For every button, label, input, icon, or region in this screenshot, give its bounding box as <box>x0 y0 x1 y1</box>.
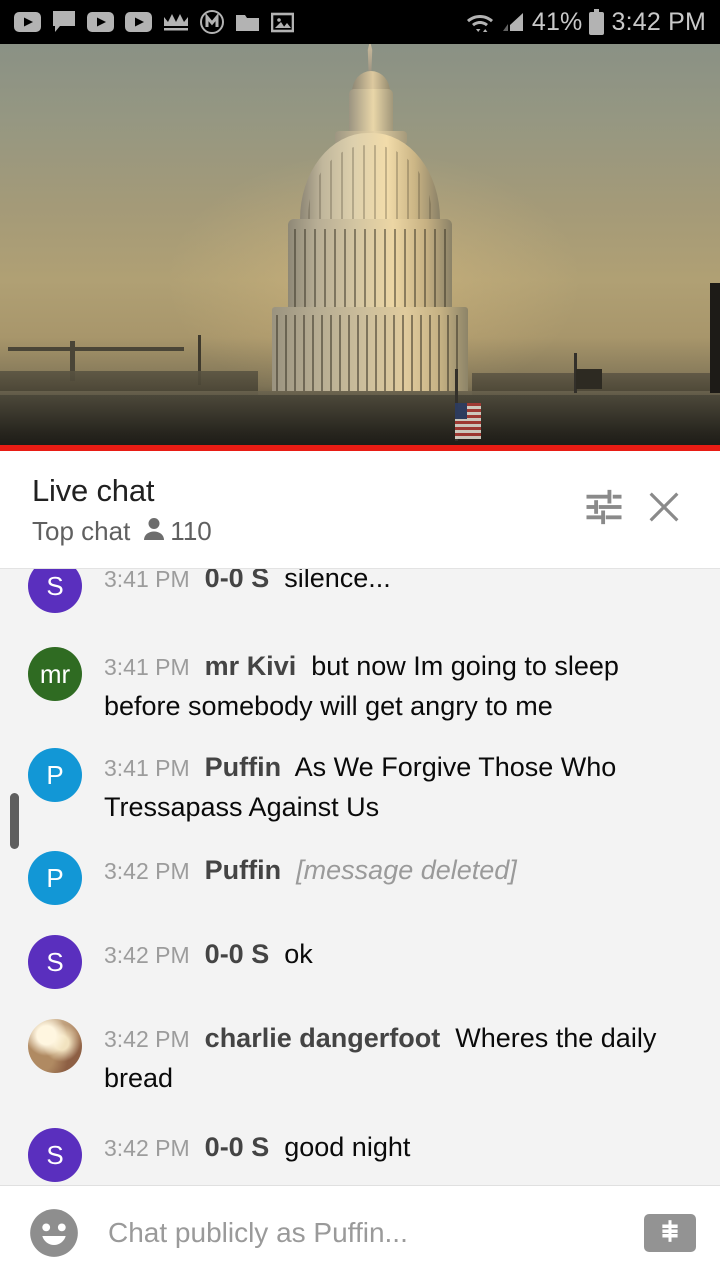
avatar[interactable]: P <box>28 748 82 802</box>
dome-cupola <box>349 89 393 133</box>
avatar[interactable]: S <box>28 935 82 989</box>
status-bar-notification-icons <box>14 10 466 34</box>
status-bar-clock: 3:42 PM <box>611 7 706 36</box>
capitol-base <box>0 395 720 451</box>
building-edge-right <box>710 283 720 393</box>
chat-message-body: 3:41 PM Puffin As We Forgive Those Who T… <box>82 740 692 827</box>
youtube-play-icon <box>87 12 114 32</box>
chat-message-body: 3:42 PM 0-0 S ok <box>82 927 692 975</box>
avatar-initial: P <box>46 759 64 790</box>
close-chat-button[interactable] <box>634 480 694 540</box>
chat-settings-button[interactable] <box>574 480 634 540</box>
video-player[interactable] <box>0 44 720 451</box>
chat-message-body: 3:42 PM charlie dangerfoot Wheres the da… <box>82 1011 692 1098</box>
close-icon <box>644 487 684 532</box>
viewer-count: 110 <box>142 516 212 547</box>
youtube-play-icon <box>14 12 41 32</box>
chat-message[interactable]: 3:42 PM charlie dangerfoot Wheres the da… <box>0 1011 720 1098</box>
message-author[interactable]: Puffin <box>205 855 281 885</box>
message-timestamp: 3:41 PM <box>104 755 190 781</box>
message-timestamp: 3:42 PM <box>104 942 190 968</box>
chat-message[interactable]: S 3:41 PM 0-0 S silence... <box>0 568 720 613</box>
emoji-smiley-icon <box>28 1209 80 1263</box>
chat-message-list[interactable]: S 3:41 PM 0-0 S silence... mr 3:41 PM mr… <box>0 568 720 1185</box>
message-timestamp: 3:42 PM <box>104 858 190 884</box>
chat-message[interactable]: S 3:42 PM 0-0 S ok <box>0 927 720 989</box>
youtube-play-icon <box>125 12 152 32</box>
avatar[interactable]: mr <box>28 647 82 701</box>
chat-message[interactable]: S 3:42 PM 0-0 S good night <box>0 1120 720 1182</box>
avatar-initial: S <box>46 946 64 977</box>
avatar[interactable]: S <box>28 569 82 613</box>
page-title: Live chat <box>32 473 155 508</box>
live-chat-subheader: Top chat 110 <box>32 516 574 547</box>
message-text: silence... <box>284 568 391 593</box>
live-chat-header: Live chat Top chat 110 <box>0 451 720 568</box>
message-text: ok <box>284 939 313 969</box>
emoji-picker-button[interactable] <box>28 1207 80 1259</box>
battery-icon <box>589 9 605 35</box>
wifi-transfer-icon <box>466 10 494 34</box>
message-timestamp: 3:41 PM <box>104 568 190 592</box>
dome-colonnade <box>272 307 468 391</box>
chat-message[interactable]: mr 3:41 PM mr Kivi but now Im going to s… <box>0 639 720 726</box>
status-bar: 41% 3:42 PM <box>0 0 720 44</box>
capitol-building-illustration <box>0 44 720 451</box>
avatar[interactable]: S <box>28 1128 82 1182</box>
super-chat-button[interactable] <box>644 1214 696 1252</box>
us-flag <box>455 403 481 439</box>
chat-composer <box>0 1185 720 1280</box>
capitol-dome <box>300 133 440 227</box>
cell-signal-icon <box>501 11 525 33</box>
image-icon <box>271 12 294 33</box>
status-bar-system-icons: 41% 3:42 PM <box>466 8 706 37</box>
battery-percent: 41% <box>531 7 583 36</box>
chat-message[interactable]: P 3:42 PM Puffin [message deleted] <box>0 843 720 905</box>
circled-m-icon <box>200 10 224 34</box>
dome-drum <box>288 219 452 311</box>
message-timestamp: 3:41 PM <box>104 654 190 680</box>
chat-message-body: 3:41 PM 0-0 S silence... <box>82 568 692 599</box>
tune-icon <box>583 486 625 533</box>
message-timestamp: 3:42 PM <box>104 1026 190 1052</box>
message-text-deleted: [message deleted] <box>296 855 517 885</box>
message-author[interactable]: charlie dangerfoot <box>205 1023 441 1053</box>
chat-message[interactable]: P 3:41 PM Puffin As We Forgive Those Who… <box>0 740 720 827</box>
chat-mode-label[interactable]: Top chat <box>32 516 130 547</box>
message-author[interactable]: 0-0 S <box>205 569 270 593</box>
dollar-icon <box>657 1218 683 1249</box>
person-icon <box>142 516 166 547</box>
chat-message-body: 3:41 PM mr Kivi but now Im going to slee… <box>82 639 692 726</box>
avatar[interactable]: P <box>28 851 82 905</box>
chat-input[interactable] <box>80 1217 644 1249</box>
chat-message-body: 3:42 PM Puffin [message deleted] <box>82 843 692 891</box>
viewer-count-value: 110 <box>170 516 212 546</box>
message-author[interactable]: Puffin <box>205 752 281 782</box>
avatar-initial: S <box>46 1139 64 1170</box>
message-text: good night <box>284 1132 411 1162</box>
avatar-initial: P <box>46 862 64 893</box>
live-chat-header-text: Live chat Top chat 110 <box>32 472 574 547</box>
avatar-initial: mr <box>39 658 71 689</box>
message-timestamp: 3:42 PM <box>104 1135 190 1161</box>
chat-scrollbar-thumb[interactable] <box>10 793 19 849</box>
avatar[interactable] <box>28 1019 82 1073</box>
avatar-initial: S <box>46 570 64 601</box>
chat-bubble-icon <box>52 10 76 34</box>
crown-icon <box>163 11 189 33</box>
message-author[interactable]: 0-0 S <box>205 1132 270 1162</box>
chat-message-body: 3:42 PM 0-0 S good night <box>82 1120 692 1168</box>
folder-icon <box>235 12 260 33</box>
flag-right <box>576 369 602 389</box>
message-author[interactable]: 0-0 S <box>205 939 270 969</box>
message-author[interactable]: mr Kivi <box>205 651 297 681</box>
